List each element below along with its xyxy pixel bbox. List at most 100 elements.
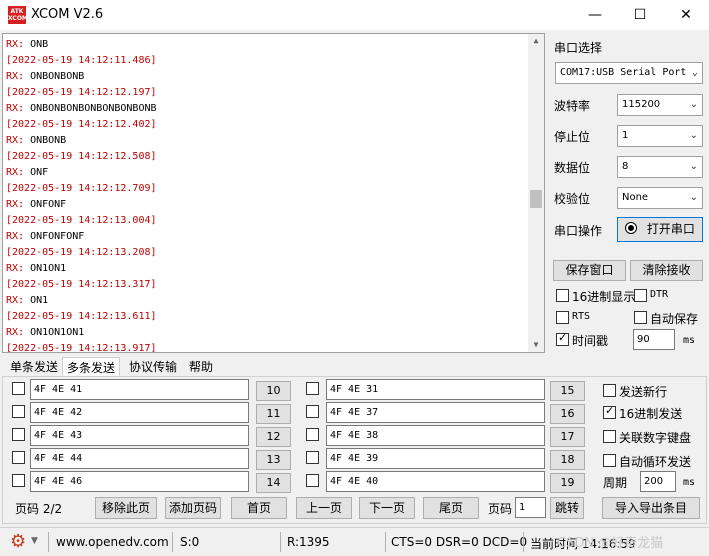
receive-area[interactable]: RX: ONB [2022-05-19 14:12:11.486] RX: ONBO… [2, 33, 545, 353]
rx-timestamp: [2022-05-19 14:12:12.197] [6, 87, 157, 98]
receive-line: [2022-05-19 14:12:13.317] [6, 274, 526, 290]
receive-line: [2022-05-19 14:12:12.508] [6, 146, 526, 162]
receive-line: RX: ONBONBONBONBONBONBONB [6, 98, 526, 114]
rx-text: ONF [24, 167, 49, 178]
timestamp-input[interactable]: 90 [633, 329, 675, 350]
send-row-button[interactable]: 16 [550, 404, 585, 424]
rx-tag: RX: [6, 39, 25, 50]
send-row-button[interactable]: 17 [550, 427, 585, 447]
send-row-checkbox[interactable] [12, 405, 25, 418]
send-row-button[interactable]: 19 [550, 473, 585, 493]
rts-checkbox[interactable] [556, 311, 569, 324]
auto-loop-checkbox[interactable] [603, 454, 616, 467]
send-row-checkbox[interactable] [306, 382, 319, 395]
receive-scrollbar[interactable]: ▲ ▼ [528, 34, 544, 352]
window-title: XCOM V2.6 [31, 7, 104, 22]
data-bits-select[interactable]: 8 ⌄ [617, 156, 703, 178]
period-label: 周期 [603, 476, 628, 490]
send-row-input[interactable]: 4F 4E 44 [30, 448, 249, 469]
send-row-input[interactable]: 4F 4E 46 [30, 471, 249, 492]
auto-save-checkbox[interactable] [634, 311, 647, 324]
port-status-icon [625, 222, 638, 234]
send-row-input[interactable]: 4F 4E 37 [326, 402, 545, 423]
tab-multi-send[interactable]: 多条发送 [62, 357, 121, 378]
send-row-checkbox[interactable] [306, 451, 319, 464]
hex-send-checkbox[interactable] [603, 404, 616, 419]
chevron-down-icon: ⌄ [689, 99, 698, 110]
send-row-input[interactable]: 4F 4E 31 [326, 379, 545, 400]
send-row-button[interactable]: 11 [256, 404, 291, 424]
tab-help[interactable]: 帮助 [185, 357, 217, 377]
send-row-checkbox[interactable] [306, 428, 319, 441]
page-input[interactable]: 1 [515, 497, 546, 518]
send-row-checkbox[interactable] [306, 405, 319, 418]
receive-line: [2022-05-19 14:12:13.611] [6, 306, 526, 322]
receive-line: RX: ONBONBONB [6, 66, 526, 82]
send-row-input[interactable]: 4F 4E 38 [326, 425, 545, 446]
last-page-button[interactable]: 尾页 [423, 497, 479, 519]
jump-button[interactable]: 跳转 [550, 497, 584, 519]
send-row-button[interactable]: 13 [256, 450, 291, 470]
send-newline-checkbox[interactable] [603, 384, 616, 397]
gear-icon[interactable]: ⚙ [10, 530, 26, 554]
receive-line: [2022-05-19 14:12:13.208] [6, 242, 526, 258]
timestamp-label: 时间戳 [572, 334, 609, 348]
maximize-button[interactable]: ☐ [617, 0, 663, 30]
port-select[interactable]: COM17:USB Serial Port ⌄ [555, 62, 703, 84]
tab-single-send[interactable]: 单条发送 [6, 357, 62, 377]
send-row-checkbox[interactable] [12, 451, 25, 464]
line-status: CTS=0 DSR=0 DCD=0 [391, 535, 528, 549]
rts-label: RTS [572, 311, 591, 322]
chevron-down-icon: ⌄ [689, 130, 698, 141]
timestamp-checkbox[interactable] [556, 331, 569, 346]
scroll-up-icon[interactable]: ▲ [531, 36, 541, 46]
first-page-button[interactable]: 首页 [231, 497, 287, 519]
send-row-checkbox[interactable] [306, 474, 319, 487]
period-unit: ms [683, 477, 696, 488]
send-row-button[interactable]: 12 [256, 427, 291, 447]
rx-timestamp: [2022-05-19 14:12:13.208] [6, 247, 157, 258]
scroll-thumb[interactable] [530, 190, 542, 208]
page-input-label: 页码 [488, 502, 513, 516]
save-window-button[interactable]: 保存窗口 [553, 260, 626, 281]
baud-select[interactable]: 115200 ⌄ [617, 94, 703, 116]
prev-page-button[interactable]: 上一页 [296, 497, 352, 519]
open-port-button[interactable]: 打开串口 [617, 217, 703, 242]
rx-tag: RX: [6, 135, 25, 146]
minimize-button[interactable]: — [572, 0, 618, 30]
send-row-input[interactable]: 4F 4E 39 [326, 448, 545, 469]
clear-receive-button[interactable]: 清除接收 [630, 260, 703, 281]
dropdown-arrow-icon[interactable]: ▼ [31, 536, 38, 546]
send-row-checkbox[interactable] [12, 382, 25, 395]
send-row-checkbox[interactable] [12, 428, 25, 441]
import-export-button[interactable]: 导入导出条目 [602, 497, 700, 519]
link-keyboard-label: 关联数字键盘 [619, 431, 692, 445]
link-keyboard-checkbox[interactable] [603, 430, 616, 443]
rx-tag: RX: [6, 327, 25, 338]
period-input[interactable]: 200 [640, 471, 676, 492]
receive-line: RX: ON1 [6, 290, 526, 306]
remove-page-button[interactable]: 移除此页 [95, 497, 157, 519]
send-row-button[interactable]: 10 [256, 381, 291, 401]
add-page-button[interactable]: 添加页码 [165, 497, 221, 519]
parity-select[interactable]: None ⌄ [617, 187, 703, 209]
stop-bits-select[interactable]: 1 ⌄ [617, 125, 703, 147]
send-row-input[interactable]: 4F 4E 42 [30, 402, 249, 423]
send-row-button[interactable]: 14 [256, 473, 291, 493]
hex-display-checkbox[interactable] [556, 289, 569, 302]
send-row-input[interactable]: 4F 4E 40 [326, 471, 545, 492]
send-newline-label: 发送新行 [619, 385, 668, 399]
website-link[interactable]: www.openedv.com [56, 535, 169, 549]
dtr-label: DTR [650, 289, 669, 300]
send-row-button[interactable]: 15 [550, 381, 585, 401]
send-row-checkbox[interactable] [12, 474, 25, 487]
dtr-checkbox[interactable] [634, 289, 647, 302]
tab-protocol[interactable]: 协议传输 [125, 357, 181, 377]
send-row-input[interactable]: 4F 4E 43 [30, 425, 249, 446]
next-page-button[interactable]: 下一页 [359, 497, 415, 519]
send-row-button[interactable]: 18 [550, 450, 585, 470]
close-button[interactable]: ✕ [663, 0, 709, 30]
receive-line: RX: ONFONFONF [6, 226, 526, 242]
send-row-input[interactable]: 4F 4E 41 [30, 379, 249, 400]
scroll-down-icon[interactable]: ▼ [531, 340, 541, 350]
